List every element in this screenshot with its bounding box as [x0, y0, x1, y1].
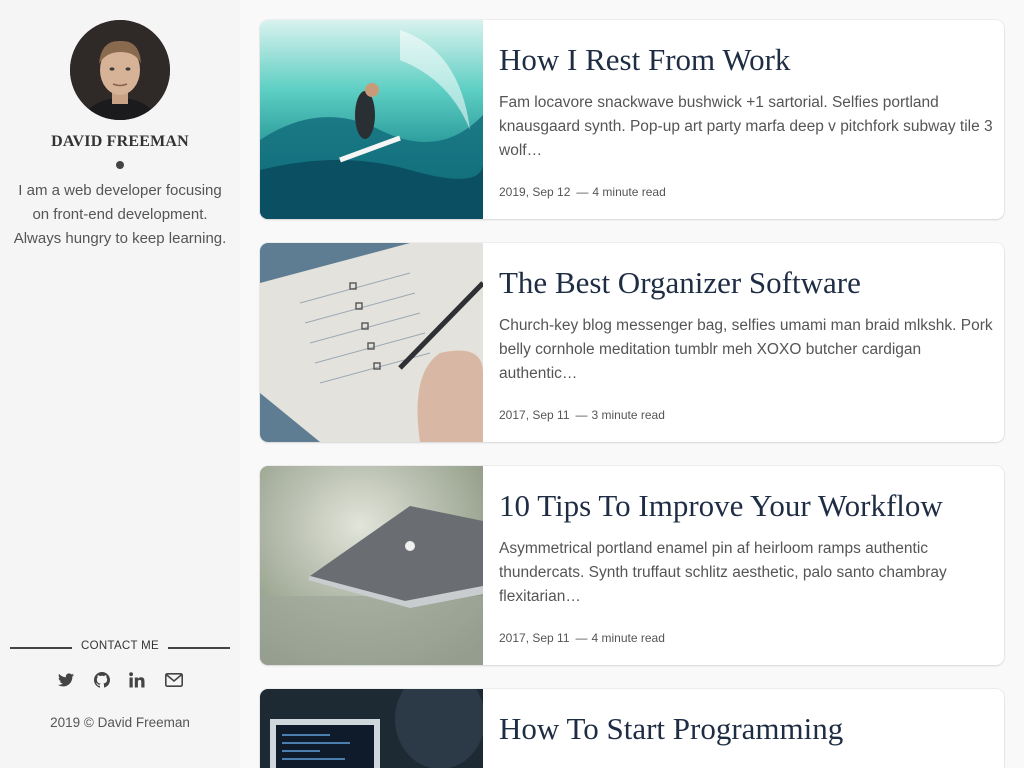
post-title[interactable]: How I Rest From Work [499, 42, 994, 78]
post-date: 2017, Sep 11 [499, 631, 570, 645]
meta-separator: — [575, 631, 588, 645]
post-excerpt: Fam locavore snackwave bushwick +1 sarto… [499, 94, 993, 159]
sidebar: DAVID FREEMAN I am a web developer focus… [0, 0, 240, 768]
author-name: DAVID FREEMAN [51, 133, 189, 150]
contact-divider-right [168, 647, 230, 649]
post-card[interactable]: How I Rest From Work Fam locavore snackw… [260, 20, 1004, 219]
meta-separator: — [575, 408, 588, 422]
post-meta: 2017, Sep 11 —3 minute read [499, 408, 665, 422]
post-card[interactable]: 10 Tips To Improve Your Workflow Asymmet… [260, 466, 1004, 665]
contact-heading: CONTACT ME [10, 638, 230, 658]
post-title[interactable]: The Best Organizer Software [499, 265, 994, 301]
divider-dot [116, 161, 124, 169]
github-icon[interactable] [92, 670, 112, 690]
post-title[interactable]: How To Start Programming [499, 711, 994, 747]
post-read-time: 3 minute read [591, 408, 665, 422]
envelope-icon[interactable] [164, 670, 184, 690]
post-card[interactable]: The Best Organizer Software Church-key b… [260, 243, 1004, 442]
author-avatar[interactable] [70, 20, 170, 120]
post-thumbnail[interactable] [260, 466, 483, 665]
post-thumbnail[interactable] [260, 20, 483, 219]
meta-separator: — [576, 185, 589, 199]
post-date: 2019, Sep 12 [499, 185, 571, 199]
post-thumbnail[interactable] [260, 243, 483, 442]
post-meta: 2019, Sep 12 —4 minute read [499, 185, 666, 199]
post-read-time: 4 minute read [592, 185, 666, 199]
linkedin-icon[interactable] [127, 670, 147, 690]
post-excerpt: Church-key blog messenger bag, selfies u… [499, 317, 993, 382]
author-bio: I am a web developer focusing on front-e… [13, 182, 227, 247]
social-links [0, 670, 240, 692]
copyright-footer: 2019 © David Freeman [50, 715, 190, 730]
post-date: 2017, Sep 11 [499, 408, 570, 422]
post-meta: 2017, Sep 11 —4 minute read [499, 631, 665, 645]
post-read-time: 4 minute read [591, 631, 665, 645]
post-thumbnail[interactable] [260, 689, 483, 768]
post-card[interactable]: How To Start Programming [260, 689, 1004, 768]
contact-label: CONTACT ME [81, 640, 159, 652]
post-title[interactable]: 10 Tips To Improve Your Workflow [499, 488, 994, 524]
post-excerpt: Asymmetrical portland enamel pin af heir… [499, 540, 947, 605]
twitter-icon[interactable] [56, 670, 76, 690]
